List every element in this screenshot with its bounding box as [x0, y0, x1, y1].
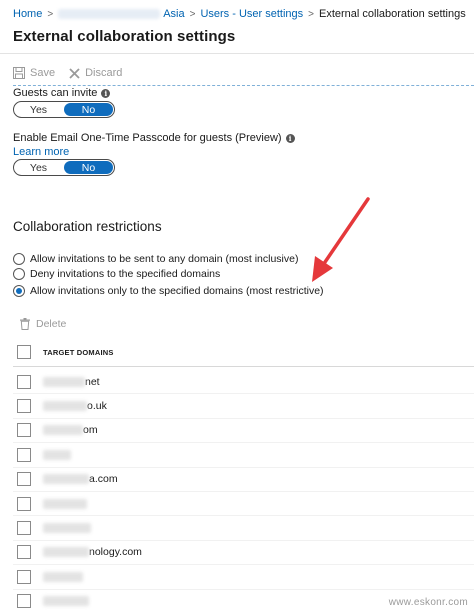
- row-checkbox[interactable]: [17, 594, 31, 609]
- radio-allow-any-domain[interactable]: Allow invitations to be sent to any doma…: [13, 252, 298, 266]
- toggle-option-no[interactable]: No: [64, 103, 113, 116]
- table-row[interactable]: [13, 492, 474, 517]
- page-title: External collaboration settings: [13, 28, 236, 45]
- table-row[interactable]: net: [13, 370, 474, 395]
- collaboration-restrictions-title: Collaboration restrictions: [13, 219, 162, 234]
- save-icon: [13, 67, 25, 79]
- email-otp-label: Enable Email One-Time Passcode for guest…: [13, 132, 295, 144]
- breadcrumb-tenant-redacted: [58, 9, 161, 19]
- trash-icon: [20, 318, 30, 330]
- row-checkbox[interactable]: [17, 374, 31, 389]
- info-icon[interactable]: i: [285, 133, 295, 143]
- row-checkbox[interactable]: [17, 569, 31, 584]
- save-button[interactable]: Save: [13, 67, 55, 79]
- toggle-option-no[interactable]: No: [64, 161, 113, 174]
- domain-cell: [43, 449, 71, 460]
- row-checkbox[interactable]: [17, 472, 31, 487]
- table-header: TARGET DOMAINS: [13, 343, 474, 361]
- radio-button[interactable]: [13, 253, 25, 265]
- domain-text: o.uk: [87, 400, 107, 413]
- table-row[interactable]: [13, 443, 474, 468]
- save-label: Save: [30, 67, 56, 79]
- domain-cell: nology.com: [43, 546, 142, 558]
- domain-cell: a.com: [43, 473, 118, 485]
- radio-button[interactable]: [13, 268, 25, 280]
- domain-cell: [43, 523, 91, 534]
- email-otp-text: Enable Email One-Time Passcode for guest…: [13, 132, 282, 144]
- guests-can-invite-label: Guests can invite i: [13, 87, 111, 99]
- breadcrumb-user-settings[interactable]: Users - User settings: [200, 8, 303, 20]
- domain-text: a.com: [89, 473, 118, 486]
- guests-can-invite-toggle[interactable]: Yes No: [13, 101, 115, 118]
- domain-text: om: [83, 424, 98, 437]
- toggle-option-yes[interactable]: Yes: [14, 160, 63, 175]
- row-checkbox[interactable]: [17, 521, 31, 536]
- select-all-checkbox[interactable]: [17, 345, 31, 359]
- row-checkbox[interactable]: [17, 545, 31, 560]
- domain-cell: [43, 498, 87, 509]
- row-checkbox[interactable]: [17, 399, 31, 414]
- divider: [0, 53, 474, 54]
- discard-button[interactable]: Discard: [69, 67, 122, 79]
- chevron-right-icon: >: [47, 8, 54, 20]
- row-checkbox[interactable]: [17, 447, 31, 462]
- domain-cell: o.uk: [43, 400, 107, 412]
- radio-label: Allow invitations only to the specified …: [30, 285, 324, 297]
- row-checkbox[interactable]: [17, 496, 31, 511]
- radio-allow-only-specified-domains[interactable]: Allow invitations only to the specified …: [13, 284, 324, 298]
- radio-label: Allow invitations to be sent to any doma…: [30, 253, 299, 265]
- breadcrumb-home[interactable]: Home: [13, 8, 42, 20]
- guests-can-invite-text: Guests can invite: [13, 87, 98, 99]
- toolbar: Save Discard: [13, 65, 136, 81]
- domain-text: net: [85, 375, 100, 388]
- table-row[interactable]: [13, 516, 474, 541]
- row-checkbox[interactable]: [17, 423, 31, 438]
- toolbar-divider: [13, 85, 474, 86]
- breadcrumb-tenant[interactable]: Asia: [163, 8, 184, 20]
- domain-cell: om: [43, 424, 98, 436]
- breadcrumb: Home > Asia > Users - User settings > Ex…: [13, 6, 468, 22]
- table-row[interactable]: o.uk: [13, 394, 474, 419]
- domain-cell: [43, 596, 89, 607]
- domain-cell: net: [43, 376, 100, 388]
- table-row[interactable]: nology.com: [13, 541, 474, 566]
- discard-label: Discard: [85, 67, 123, 79]
- breadcrumb-current: External collaboration settings: [318, 8, 466, 20]
- domain-text: nology.com: [89, 546, 142, 559]
- learn-more-link[interactable]: Learn more: [13, 146, 69, 158]
- table-row[interactable]: a.com: [13, 468, 474, 492]
- radio-button-selected[interactable]: [13, 285, 25, 297]
- divider: [13, 366, 474, 367]
- table-row[interactable]: [13, 565, 474, 590]
- delete-button[interactable]: Delete: [20, 318, 66, 330]
- chevron-right-icon: >: [308, 8, 314, 20]
- table-row[interactable]: om: [13, 419, 474, 444]
- chevron-right-icon: >: [189, 8, 196, 20]
- email-otp-toggle[interactable]: Yes No: [13, 159, 115, 176]
- toggle-option-yes[interactable]: Yes: [14, 102, 63, 117]
- radio-label: Deny invitations to the specified domain…: [30, 268, 221, 280]
- domain-list: net o.uk om a.com nology.com: [13, 370, 474, 612]
- radio-deny-specified-domains[interactable]: Deny invitations to the specified domain…: [13, 267, 220, 281]
- info-icon[interactable]: i: [101, 88, 111, 98]
- delete-label: Delete: [36, 318, 67, 330]
- domain-cell: [43, 571, 83, 582]
- close-icon: [69, 67, 80, 79]
- watermark: www.eskonr.com: [388, 597, 468, 608]
- column-header-target-domains: TARGET DOMAINS: [43, 347, 114, 357]
